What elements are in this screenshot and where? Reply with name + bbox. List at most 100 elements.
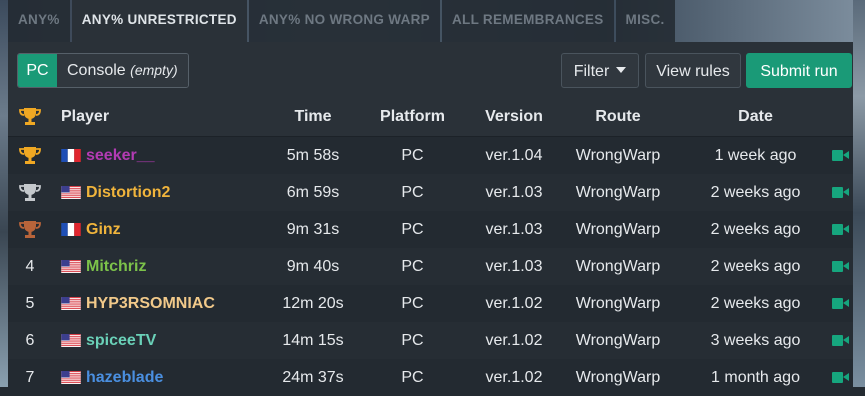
- date-cell: 3 weeks ago: [710, 331, 801, 349]
- header-date[interactable]: Date: [698, 98, 813, 136]
- player-name-link[interactable]: HYP3RSOMNIAC: [86, 295, 215, 313]
- route-cell: WrongWarp: [575, 368, 661, 386]
- toolbar: PC Console (empty) Filter View rules Sub…: [8, 42, 853, 98]
- rank: 4: [25, 257, 35, 275]
- submit-run-button[interactable]: Submit run: [746, 53, 852, 88]
- video-icon[interactable]: [830, 248, 850, 285]
- player-cell: HYP3RSOMNIAC: [61, 285, 215, 322]
- table-row[interactable]: 6 spiceeTV 14m 15s PC ver.1.02 WrongWarp 3 wee…: [8, 322, 853, 359]
- date-cell: 2 weeks ago: [710, 257, 801, 275]
- category-tabs: ANY% ANY% UNRESTRICTED ANY% NO WRONG WAR…: [8, 0, 677, 42]
- player-name-link[interactable]: Mitchriz: [86, 258, 146, 276]
- usa-flag-icon: [61, 258, 86, 276]
- player-cell: Mitchriz: [61, 248, 146, 285]
- platform-cell: PC: [401, 257, 424, 275]
- route-cell: WrongWarp: [575, 146, 661, 164]
- video-icon[interactable]: [830, 174, 850, 211]
- platform-console-button[interactable]: Console (empty): [57, 54, 188, 87]
- header-platform[interactable]: Platform: [370, 98, 455, 136]
- video-icon[interactable]: [830, 359, 850, 396]
- trophy-icon: [16, 98, 44, 136]
- player-name-link[interactable]: Ginz: [86, 221, 121, 239]
- video-icon[interactable]: [830, 211, 850, 248]
- player-cell: spiceeTV: [61, 322, 156, 359]
- background-right: [853, 0, 865, 387]
- tab-any-unrestricted[interactable]: ANY% UNRESTRICTED: [71, 0, 247, 42]
- table-row[interactable]: Distortion2 6m 59s PC ver.1.03 WrongWarp 2 we…: [8, 174, 853, 211]
- video-icon[interactable]: [830, 322, 850, 359]
- bronze-trophy-icon: [16, 211, 44, 248]
- view-rules-button[interactable]: View rules: [645, 53, 741, 88]
- filter-label: Filter: [573, 63, 610, 80]
- tab-misc[interactable]: MISC.: [615, 0, 675, 42]
- time-cell: 9m 40s: [286, 257, 340, 275]
- filter-button[interactable]: Filter: [561, 53, 639, 88]
- version-cell: ver.1.02: [485, 294, 543, 312]
- player-cell: Ginz: [61, 211, 121, 248]
- time-cell: 24m 37s: [282, 368, 344, 386]
- table-header: Player Time Platform Version Route Date: [8, 98, 853, 137]
- version-cell: ver.1.03: [485, 257, 543, 275]
- console-empty-note: (empty): [130, 62, 178, 78]
- player-cell: seeker__: [61, 137, 155, 174]
- time-cell: 14m 15s: [282, 331, 344, 349]
- platform-cell: PC: [401, 183, 424, 201]
- version-cell: ver.1.03: [485, 220, 543, 238]
- version-cell: ver.1.03: [485, 183, 543, 201]
- table-row[interactable]: seeker__ 5m 58s PC ver.1.04 WrongWarp 1 week …: [8, 137, 853, 174]
- player-name-link[interactable]: hazeblade: [86, 369, 163, 387]
- version-cell: ver.1.02: [485, 331, 543, 349]
- usa-flag-icon: [61, 295, 86, 313]
- date-cell: 1 week ago: [714, 146, 797, 164]
- tab-all-remembrances[interactable]: ALL REMEMBRANCES: [441, 0, 614, 42]
- tab-any-no-wrong-warp[interactable]: ANY% NO WRONG WARP: [248, 0, 440, 42]
- route-cell: WrongWarp: [575, 257, 661, 275]
- platform-cell: PC: [401, 146, 424, 164]
- table-row[interactable]: 4 Mitchriz 9m 40s PC ver.1.03 WrongWarp 2 week…: [8, 248, 853, 285]
- time-cell: 9m 31s: [286, 220, 340, 238]
- rank: 7: [25, 368, 35, 386]
- time-cell: 12m 20s: [282, 294, 344, 312]
- player-cell: hazeblade: [61, 359, 163, 396]
- header-route[interactable]: Route: [568, 98, 668, 136]
- table-row[interactable]: 7 hazeblade 24m 37s PC ver.1.02 WrongWarp 1 mo…: [8, 359, 853, 396]
- leaderboard-panel: ANY% ANY% UNRESTRICTED ANY% NO WRONG WAR…: [8, 0, 853, 396]
- rank: 6: [25, 331, 35, 349]
- header-time[interactable]: Time: [270, 98, 356, 136]
- date-cell: 2 weeks ago: [710, 294, 801, 312]
- platform-cell: PC: [401, 368, 424, 386]
- version-cell: ver.1.04: [485, 146, 543, 164]
- video-icon[interactable]: [830, 137, 850, 174]
- rank: 5: [25, 294, 35, 312]
- version-cell: ver.1.02: [485, 368, 543, 386]
- route-cell: WrongWarp: [575, 331, 661, 349]
- player-name-link[interactable]: spiceeTV: [86, 332, 156, 350]
- date-cell: 2 weeks ago: [710, 183, 801, 201]
- tab-any[interactable]: ANY%: [8, 0, 70, 42]
- player-name-link[interactable]: seeker__: [86, 147, 155, 165]
- route-cell: WrongWarp: [575, 220, 661, 238]
- table-row[interactable]: Ginz 9m 31s PC ver.1.03 WrongWarp 2 weeks ago: [8, 211, 853, 248]
- video-icon[interactable]: [830, 285, 850, 322]
- player-name-link[interactable]: Distortion2: [86, 184, 170, 202]
- caret-down-icon: [616, 67, 627, 73]
- background-left: [0, 0, 8, 387]
- platform-toggle: PC Console (empty): [17, 53, 189, 88]
- route-cell: WrongWarp: [575, 294, 661, 312]
- header-version[interactable]: Version: [475, 98, 553, 136]
- time-cell: 6m 59s: [286, 183, 340, 201]
- player-cell: Distortion2: [61, 174, 170, 211]
- gold-trophy-icon: [16, 137, 44, 174]
- usa-flag-icon: [61, 332, 86, 350]
- france-flag-icon: [61, 147, 86, 165]
- leaderboard-table: Player Time Platform Version Route Date …: [8, 98, 853, 396]
- table-row[interactable]: 5 HYP3RSOMNIAC 12m 20s PC ver.1.02 WrongWarp 2…: [8, 285, 853, 322]
- platform-pc-button[interactable]: PC: [18, 54, 57, 87]
- france-flag-icon: [61, 221, 86, 239]
- usa-flag-icon: [61, 184, 86, 202]
- platform-cell: PC: [401, 220, 424, 238]
- silver-trophy-icon: [16, 174, 44, 211]
- usa-flag-icon: [61, 369, 86, 387]
- header-player[interactable]: Player: [61, 98, 109, 136]
- date-cell: 1 month ago: [711, 368, 800, 386]
